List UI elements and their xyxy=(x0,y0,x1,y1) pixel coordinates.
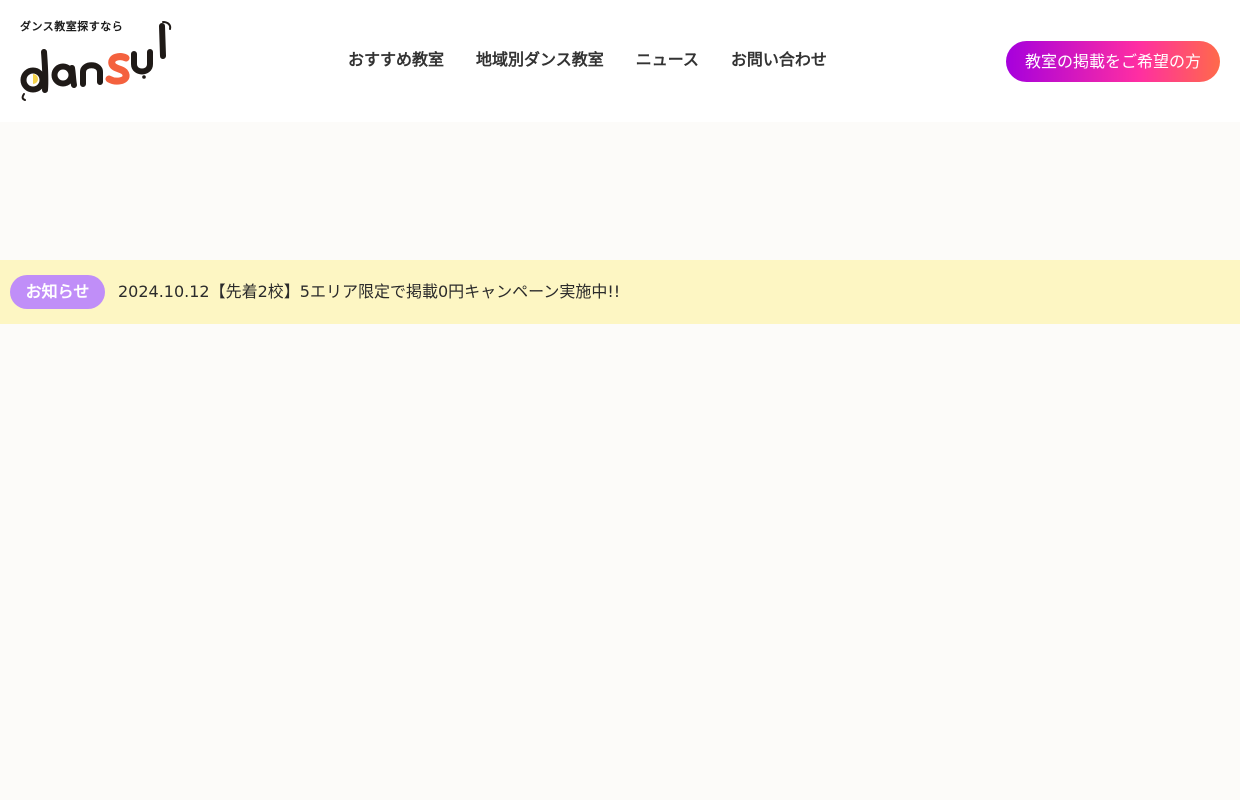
dansul-logo[interactable]: ダンス教室探すなら xyxy=(20,18,172,102)
listing-request-button[interactable]: 教室の掲載をご希望の方 xyxy=(1006,41,1220,82)
logo-wordmark xyxy=(20,21,172,101)
main-nav: おすすめ教室 地域別ダンス教室 ニュース お問い合わせ xyxy=(348,48,827,72)
nav-item-contact[interactable]: お問い合わせ xyxy=(731,48,827,72)
site-header: ダンス教室探すなら おすすめ教室 地域別ダンス教室 ニュース お問い合わせ 教室… xyxy=(0,0,1240,122)
notice-badge: お知らせ xyxy=(10,275,105,309)
nav-item-recommended-studios[interactable]: おすすめ教室 xyxy=(348,48,444,72)
notice-bar: お知らせ 2024.10.12【先着2校】5エリア限定で掲載0円キャンペーン実施… xyxy=(0,260,1240,324)
nav-item-news[interactable]: ニュース xyxy=(636,48,699,72)
notice-link[interactable]: 2024.10.12【先着2校】5エリア限定で掲載0円キャンペーン実施中!! xyxy=(118,280,620,304)
nav-item-regional-dance-studios[interactable]: 地域別ダンス教室 xyxy=(476,48,604,72)
